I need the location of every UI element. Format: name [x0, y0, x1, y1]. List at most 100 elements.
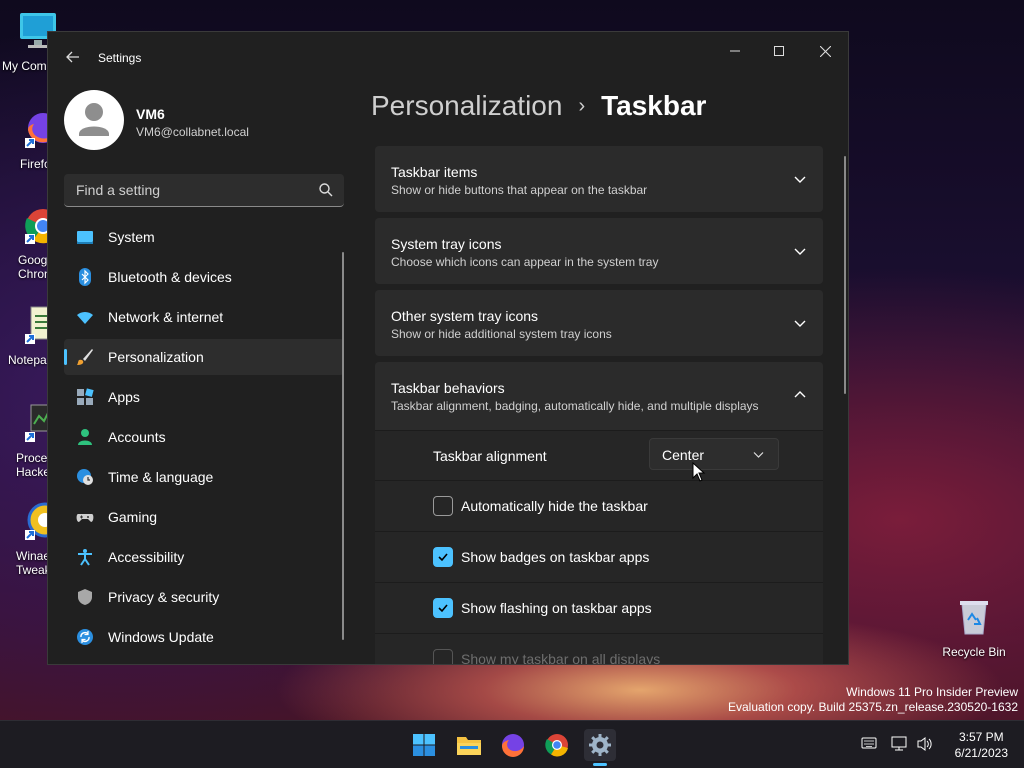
taskbar-alignment-dropdown[interactable]: Center: [649, 438, 779, 470]
section-subtitle: Choose which icons can appear in the sys…: [391, 255, 659, 269]
section-other-system-tray-icons[interactable]: Other system tray icons Show or hide add…: [375, 290, 823, 356]
arrow-left-icon: [66, 51, 79, 63]
maximize-button[interactable]: [763, 40, 795, 62]
tray-network-button[interactable]: [891, 736, 909, 755]
chevron-down-icon: [794, 176, 806, 183]
section-taskbar-items[interactable]: Taskbar items Show or hide buttons that …: [375, 146, 823, 212]
taskbar-chrome[interactable]: [541, 729, 573, 761]
desktop-icon-recycle-bin[interactable]: Recycle Bin: [938, 596, 1010, 659]
folder-icon: [457, 737, 481, 755]
taskbar: 3:57 PM 6/21/2023: [0, 720, 1024, 768]
chevron-down-icon: [794, 248, 806, 255]
section-taskbar-behaviors[interactable]: Taskbar behaviors Taskbar alignment, bad…: [375, 362, 823, 430]
section-title: Taskbar items: [391, 164, 478, 180]
section-system-tray-icons[interactable]: System tray icons Choose which icons can…: [375, 218, 823, 284]
gear-icon: [589, 734, 611, 756]
show-flashing-checkbox[interactable]: [433, 598, 453, 618]
sidebar-item-accounts[interactable]: Accounts: [64, 419, 344, 455]
search-icon[interactable]: [318, 182, 334, 198]
clock-date: 6/21/2023: [954, 746, 1008, 760]
taskbar-clock[interactable]: 3:57 PM 6/21/2023: [955, 729, 1008, 761]
show-badges-checkbox[interactable]: [433, 547, 453, 567]
sidebar-item-label: Accounts: [108, 429, 166, 445]
sidebar-item-label: Apps: [108, 389, 140, 405]
auto-hide-taskbar-row[interactable]: Automatically hide the taskbar: [375, 480, 823, 531]
section-subtitle: Taskbar alignment, badging, automaticall…: [391, 399, 759, 413]
auto-hide-taskbar-checkbox[interactable]: [433, 496, 453, 516]
chevron-down-icon: [794, 320, 806, 327]
profile-name: VM6: [136, 106, 165, 122]
chevron-up-icon: [794, 391, 806, 398]
globe-clock-icon: [77, 469, 93, 485]
sidebar-item-label: System: [108, 229, 155, 245]
sidebar-item-label: Bluetooth & devices: [108, 269, 232, 285]
search-input[interactable]: [64, 174, 309, 206]
sidebar-item-apps[interactable]: Apps: [64, 379, 344, 415]
sidebar-item-gaming[interactable]: Gaming: [64, 499, 344, 535]
sidebar-item-privacy-security[interactable]: Privacy & security: [64, 579, 344, 615]
back-button[interactable]: [62, 46, 84, 68]
evaluation-watermark: Windows 11 Pro Insider Preview Evaluatio…: [728, 685, 1018, 715]
show-flashing-row[interactable]: Show flashing on taskbar apps: [375, 582, 823, 633]
maximize-icon: [774, 46, 784, 56]
close-icon: [819, 45, 831, 57]
checkbox-label: Show badges on taskbar apps: [461, 549, 650, 565]
minimize-button[interactable]: [719, 40, 751, 62]
sidebar-item-network-internet[interactable]: Network & internet: [64, 299, 344, 335]
tray-keyboard-icon-button[interactable]: [861, 736, 877, 753]
update-icon: [77, 629, 93, 645]
sidebar-item-time-language[interactable]: Time & language: [64, 459, 344, 495]
title-bar[interactable]: Settings: [48, 32, 848, 80]
clock-time: 3:57 PM: [958, 730, 1004, 744]
taskbar-settings[interactable]: [584, 729, 616, 761]
watermark-line-2: Evaluation copy. Build 25375.zn_release.…: [728, 700, 1018, 714]
checkmark-icon: [438, 604, 448, 613]
taskbar-start-button[interactable]: [408, 729, 440, 761]
wifi-icon: [77, 311, 93, 324]
show-badges-row[interactable]: Show badges on taskbar apps: [375, 531, 823, 582]
chevron-down-icon: [753, 452, 764, 458]
sidebar-item-bluetooth-devices[interactable]: Bluetooth & devices: [64, 259, 344, 295]
sidebar-item-label: Personalization: [108, 349, 204, 365]
mouse-cursor-icon: [692, 462, 706, 482]
desktop-icon-label: Recycle Bin: [942, 645, 1006, 659]
person-icon: [78, 429, 92, 445]
sidebar-item-label: Accessibility: [108, 549, 185, 565]
sidebar-item-label: Windows Update: [108, 629, 214, 645]
breadcrumb-parent[interactable]: Personalization: [371, 90, 562, 122]
recycle-bin-icon: [960, 601, 988, 635]
taskbar-file-explorer[interactable]: [453, 729, 485, 761]
sidebar-item-accessibility[interactable]: Accessibility: [64, 539, 344, 575]
section-title: Taskbar behaviors: [391, 380, 505, 396]
profile-email: VM6@collabnet.local: [136, 125, 249, 139]
content-scrollbar[interactable]: [844, 156, 846, 394]
sidebar-item-label: Privacy & security: [108, 589, 220, 605]
firefox-icon: [502, 734, 524, 757]
shield-icon: [78, 589, 92, 605]
sidebar-nav: System Bluetooth & devices Network & int…: [64, 219, 344, 659]
sidebar-item-label: Time & language: [108, 469, 214, 485]
sidebar-item-label: Gaming: [108, 509, 158, 525]
breadcrumb: Personalization › Taskbar: [371, 90, 706, 122]
section-title: System tray icons: [391, 236, 502, 252]
taskbar-alignment-row: Taskbar alignment Center: [375, 430, 823, 480]
sidebar-scrollbar[interactable]: [342, 252, 344, 640]
show-taskbar-all-displays-checkbox: [433, 649, 453, 664]
brush-icon: [77, 349, 93, 365]
keyboard-icon: [861, 737, 877, 749]
tray-volume-button[interactable]: [916, 736, 934, 755]
taskbar-firefox[interactable]: [497, 729, 529, 761]
watermark-line-1: Windows 11 Pro Insider Preview: [846, 685, 1018, 699]
settings-window: Settings VM6 VM6@collabnet.local Find a …: [47, 31, 849, 665]
checkmark-icon: [438, 553, 448, 562]
close-button[interactable]: [809, 40, 841, 62]
apps-icon: [77, 388, 94, 405]
checkbox-label: Show my taskbar on all displays: [461, 651, 661, 665]
chrome-icon: [545, 734, 568, 757]
monitor-icon: [77, 231, 93, 244]
avatar[interactable]: [64, 90, 124, 150]
sidebar-item-system[interactable]: System: [64, 219, 344, 255]
sidebar-item-windows-update[interactable]: Windows Update: [64, 619, 344, 655]
gamepad-icon: [76, 514, 94, 522]
sidebar-item-personalization[interactable]: Personalization: [64, 339, 344, 375]
